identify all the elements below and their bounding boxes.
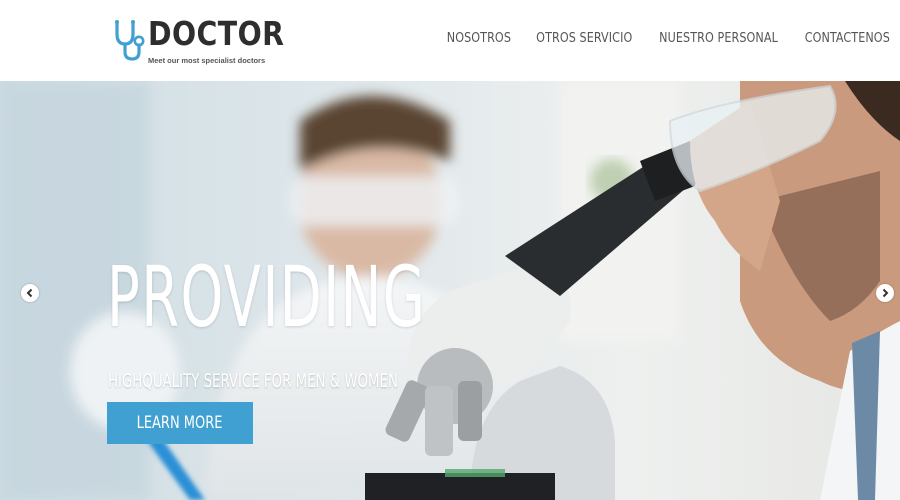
hero-subtitle: HIGHQUALITY SERVICE FOR MEN & WOMEN <box>108 370 398 392</box>
nav-item-nosotros[interactable]: NOSOTROS <box>438 30 520 46</box>
nav-item-nuestro-personal[interactable]: NUESTRO PERSONAL <box>651 30 786 46</box>
main-nav: NOSOTROS OTROS SERVICIO NUESTRO PERSONAL… <box>434 30 900 46</box>
logo-name: DOCTOR <box>148 14 285 53</box>
chevron-left-icon <box>26 288 33 298</box>
learn-more-button[interactable]: LEARN MORE <box>107 402 253 444</box>
hero-title: PROVIDING <box>107 248 427 346</box>
learn-more-label: LEARN MORE <box>137 413 223 433</box>
logo[interactable]: DOCTOR Meet our most specialist doctors <box>112 14 284 68</box>
site-header: DOCTOR Meet our most specialist doctors … <box>0 0 900 81</box>
chevron-right-icon <box>882 288 889 298</box>
slider-next-button[interactable] <box>876 284 894 302</box>
nav-item-otros-servicio[interactable]: OTROS SERVICIO <box>528 30 641 46</box>
stethoscope-icon <box>115 20 145 61</box>
nav-item-contactenos[interactable]: CONTACTENOS <box>797 30 899 46</box>
logo-tagline: Meet our most specialist doctors <box>148 56 266 65</box>
slider-prev-button[interactable] <box>21 284 39 302</box>
hero-slider: PROVIDING HIGHQUALITY SERVICE FOR MEN & … <box>0 81 900 500</box>
